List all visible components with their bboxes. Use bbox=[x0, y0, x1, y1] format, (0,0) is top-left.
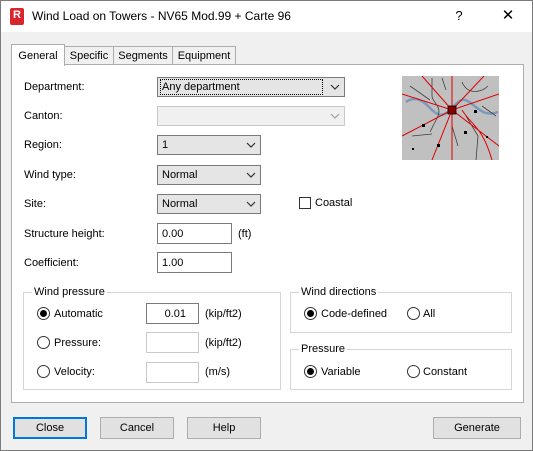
constant-radio[interactable] bbox=[407, 365, 420, 378]
region-map-image bbox=[402, 76, 499, 160]
pressure-group-title: Pressure bbox=[299, 343, 348, 355]
automatic-radio[interactable] bbox=[37, 307, 50, 320]
close-button[interactable]: Close bbox=[13, 417, 87, 439]
canton-dropdown[interactable] bbox=[157, 106, 345, 126]
automatic-unit: (kip/ft2) bbox=[205, 308, 242, 320]
velocity-radio[interactable] bbox=[37, 365, 50, 378]
wind-pressure-title: Wind pressure bbox=[32, 286, 107, 298]
title-bar: R Wind Load on Towers - NV65 Mod.99 + Ca… bbox=[1, 1, 532, 32]
site-value: Normal bbox=[162, 198, 198, 210]
department-label: Department: bbox=[24, 81, 85, 93]
structure-height-label: Structure height: bbox=[24, 228, 105, 240]
window-title: Wind Load on Towers - NV65 Mod.99 + Cart… bbox=[32, 9, 291, 23]
generate-button[interactable]: Generate bbox=[433, 417, 521, 439]
close-title-button[interactable]: ✕ bbox=[496, 6, 520, 26]
coastal-checkbox[interactable] bbox=[299, 197, 311, 209]
wind-type-value: Normal bbox=[162, 169, 198, 181]
site-label: Site: bbox=[24, 198, 47, 210]
variable-label: Variable bbox=[321, 366, 361, 378]
tab-general[interactable]: General bbox=[11, 44, 65, 66]
structure-height-input[interactable]: 0.00 bbox=[157, 223, 232, 244]
variable-radio[interactable] bbox=[304, 365, 317, 378]
constant-label: Constant bbox=[423, 366, 468, 378]
cancel-button[interactable]: Cancel bbox=[100, 417, 174, 439]
chevron-down-icon bbox=[246, 201, 256, 207]
chevron-down-icon bbox=[330, 84, 340, 90]
app-logo-icon: R bbox=[10, 8, 24, 25]
dialog-window: R Wind Load on Towers - NV65 Mod.99 + Ca… bbox=[0, 0, 533, 451]
code-defined-radio[interactable] bbox=[304, 307, 317, 320]
chevron-down-icon bbox=[330, 113, 340, 119]
pressure-label: Pressure: bbox=[54, 337, 102, 349]
all-directions-label: All bbox=[423, 308, 436, 320]
structure-height-unit: (ft) bbox=[238, 228, 252, 240]
all-directions-radio[interactable] bbox=[407, 307, 420, 320]
pressure-radio[interactable] bbox=[37, 336, 50, 349]
canton-label: Canton: bbox=[24, 110, 63, 122]
site-dropdown[interactable]: Normal bbox=[157, 194, 261, 214]
coefficient-label: Coefficient: bbox=[24, 257, 79, 269]
chevron-down-icon bbox=[246, 172, 256, 178]
tab-specific[interactable]: Specific bbox=[64, 46, 114, 65]
chevron-down-icon bbox=[246, 142, 256, 148]
wind-type-dropdown[interactable]: Normal bbox=[157, 165, 261, 185]
wind-type-label: Wind type: bbox=[24, 169, 76, 181]
coastal-label: Coastal bbox=[315, 197, 353, 209]
help-title-button[interactable]: ? bbox=[449, 6, 469, 26]
velocity-input[interactable] bbox=[146, 362, 199, 383]
tab-equipment[interactable]: Equipment bbox=[172, 46, 236, 65]
wind-directions-title: Wind directions bbox=[299, 286, 379, 298]
pressure-input[interactable] bbox=[146, 332, 199, 353]
department-value: Any department bbox=[160, 79, 323, 95]
department-dropdown[interactable]: Any department bbox=[157, 77, 345, 97]
help-button[interactable]: Help bbox=[187, 417, 261, 439]
region-label: Region: bbox=[24, 139, 62, 151]
code-defined-label: Code-defined bbox=[321, 308, 388, 320]
velocity-label: Velocity: bbox=[54, 366, 95, 378]
region-value: 1 bbox=[162, 139, 169, 151]
coefficient-input[interactable]: 1.00 bbox=[157, 252, 232, 273]
pressure-unit: (kip/ft2) bbox=[205, 337, 242, 349]
region-dropdown[interactable]: 1 bbox=[157, 135, 261, 155]
automatic-pressure-field: 0.01 bbox=[146, 303, 199, 324]
tab-segments[interactable]: Segments bbox=[113, 46, 173, 65]
velocity-unit: (m/s) bbox=[205, 366, 231, 378]
automatic-label: Automatic bbox=[54, 308, 103, 320]
